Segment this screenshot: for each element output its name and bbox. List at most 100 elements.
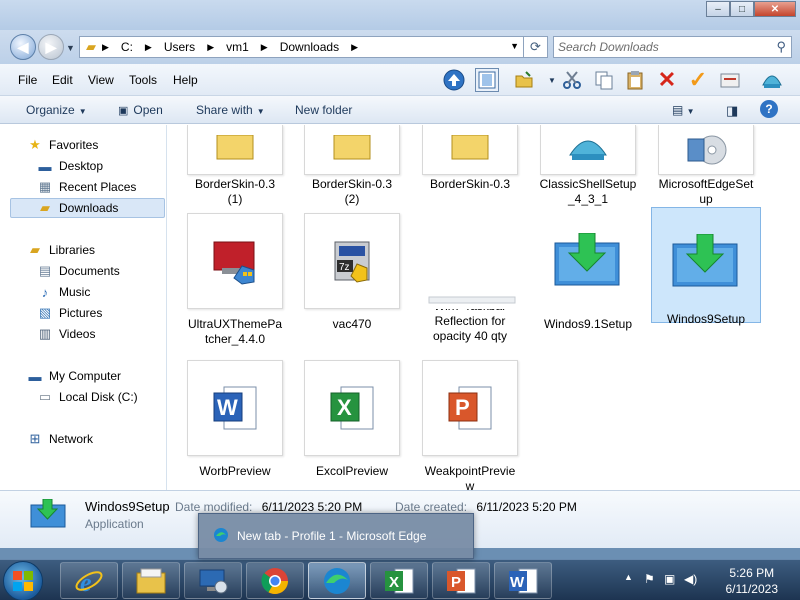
file-name: Windos9.1Setup: [543, 317, 633, 331]
checkmark-icon[interactable]: ✓: [686, 67, 710, 92]
nav-pictures[interactable]: ▧ Pictures: [36, 303, 103, 323]
volume-icon[interactable]: ◀): [684, 572, 697, 586]
open-button[interactable]: ▣ Open: [118, 103, 163, 117]
svg-text:W: W: [217, 395, 238, 420]
delete-icon[interactable]: ✕: [655, 67, 679, 92]
taskbar-internet-explorer[interactable]: e: [60, 562, 118, 599]
new-folder-button[interactable]: New folder: [295, 103, 352, 117]
nav-downloads[interactable]: ▰ Downloads: [10, 198, 165, 218]
history-dropdown-icon[interactable]: ▼: [66, 43, 75, 53]
nav-music[interactable]: ♪ Music: [36, 282, 91, 302]
breadcrumb-vm1[interactable]: vm1: [226, 40, 249, 54]
taskbar-edge[interactable]: [308, 562, 366, 599]
nav-network[interactable]: ⊞ Network: [26, 429, 93, 449]
breadcrumb-downloads[interactable]: Downloads: [280, 40, 339, 54]
taskbar-chrome[interactable]: [246, 562, 304, 599]
start-button[interactable]: [3, 561, 43, 600]
file-item[interactable]: BorderSkin-0.3 (1): [180, 125, 290, 207]
file-item[interactable]: BorderSkin-0.3: [415, 125, 525, 192]
file-item-selected[interactable]: Windos9Setup: [651, 207, 761, 326]
nav-libraries[interactable]: ▰ Libraries: [26, 240, 95, 260]
organize-button[interactable]: Organize ▼: [26, 103, 87, 117]
file-name-line2: _4_3_1: [567, 192, 609, 206]
svg-text:X: X: [389, 574, 399, 591]
network-tray-icon[interactable]: ▣: [664, 572, 675, 586]
excel-icon: X: [385, 568, 414, 593]
network-icon: ⊞: [29, 431, 41, 446]
nav-documents[interactable]: ▤ Documents: [36, 261, 120, 281]
taskbar-word[interactable]: W: [494, 562, 552, 599]
setup-installer-icon: [540, 213, 636, 309]
file-item[interactable]: Windos9.1Setup: [533, 207, 643, 332]
vac-archive-icon: 7z: [304, 213, 400, 309]
navigation-pane: ★ Favorites ▬ Desktop ▦ Recent Places ▰ Down…: [0, 125, 167, 490]
taskbar-powerpoint[interactable]: P: [432, 562, 490, 599]
nav-local-disk[interactable]: ▭ Local Disk (C:): [36, 387, 138, 407]
taskbar-file-explorer[interactable]: [122, 562, 180, 599]
close-button[interactable]: ✕: [754, 1, 796, 17]
menu-view[interactable]: View: [88, 73, 114, 87]
preview-pane-icon[interactable]: [475, 68, 499, 92]
show-hidden-icons[interactable]: ▲: [624, 572, 633, 582]
paste-icon[interactable]: [623, 68, 647, 92]
breadcrumb-c[interactable]: C:: [121, 40, 133, 54]
drive-icon: ▭: [38, 389, 52, 404]
address-dropdown-icon[interactable]: ▼: [510, 41, 519, 51]
nav-label: Favorites: [49, 138, 99, 152]
cut-icon[interactable]: [560, 68, 584, 92]
action-center-icon[interactable]: ⚑: [644, 572, 655, 586]
shell-icon[interactable]: [760, 68, 784, 92]
date-created: Date created: 6/11/2023 5:20 PM: [395, 500, 577, 514]
nav-my-computer[interactable]: ▬ My Computer: [26, 366, 122, 386]
menu-help[interactable]: Help: [173, 73, 198, 87]
file-item[interactable]: Win7 TaskbarReflection foropacity 40 qty: [415, 207, 525, 344]
share-with-button[interactable]: Share with ▼: [196, 103, 265, 117]
clock[interactable]: 5:26 PM 6/11/2023: [726, 565, 779, 597]
file-item[interactable]: MicrosoftEdgeSet up: [651, 125, 761, 207]
file-item[interactable]: UltraUXThemePa tcher_4.4.0: [180, 207, 290, 347]
file-item[interactable]: BorderSkin-0.3 (2): [297, 125, 407, 207]
nav-label: Recent Places: [59, 180, 137, 194]
address-bar[interactable]: ▰ ▶ C: ▶ Users ▶ vm1 ▶ Downloads ▶ ▼: [79, 36, 524, 58]
maximize-button[interactable]: □: [730, 1, 754, 17]
help-icon[interactable]: ?: [760, 100, 778, 118]
menu-file[interactable]: File: [18, 73, 37, 87]
search-input[interactable]: Search Downloads ⚲: [553, 36, 792, 58]
properties-icon[interactable]: [718, 68, 742, 92]
file-item[interactable]: W WorbPreview: [180, 354, 290, 479]
breadcrumb-chevron-icon[interactable]: ▶: [261, 42, 268, 53]
open-app-icon: ▣: [118, 105, 129, 117]
preview-pane-toggle-icon[interactable]: ◨: [726, 103, 738, 119]
minimize-button[interactable]: –: [706, 1, 730, 17]
folder-icon: [422, 125, 518, 175]
downloads-folder-icon: ▰: [40, 200, 50, 215]
change-view-icon[interactable]: ▤ ▼: [672, 103, 695, 117]
chrome-icon: [261, 567, 289, 594]
breadcrumb-users[interactable]: Users: [164, 40, 195, 54]
taskbar-remote-desktop[interactable]: [184, 562, 242, 599]
open-folder-icon[interactable]: [512, 68, 536, 92]
breadcrumb-chevron-icon[interactable]: ▶: [102, 42, 109, 53]
taskbar-preview-tooltip[interactable]: New tab - Profile 1 - Microsoft Edge: [198, 513, 474, 559]
nav-videos[interactable]: ▥ Videos: [36, 324, 96, 344]
forward-button[interactable]: ▶: [38, 34, 64, 60]
up-icon[interactable]: [442, 68, 466, 92]
breadcrumb-chevron-icon[interactable]: ▶: [351, 42, 358, 53]
copy-icon[interactable]: [592, 68, 616, 92]
nav-favorites[interactable]: ★ Favorites: [26, 135, 98, 155]
file-item[interactable]: ClassicShellSetup _4_3_1: [533, 125, 643, 207]
back-button[interactable]: ◀: [10, 34, 36, 60]
open-label: Open: [133, 103, 163, 117]
file-item[interactable]: 7z vac470: [297, 207, 407, 332]
file-item[interactable]: P WeakpointPrevie w: [415, 354, 525, 490]
nav-recent-places[interactable]: ▦ Recent Places: [36, 177, 137, 197]
date-modified: Date modified: 6/11/2023 5:20 PM: [175, 500, 362, 514]
menu-tools[interactable]: Tools: [129, 73, 157, 87]
taskbar-excel[interactable]: X: [370, 562, 428, 599]
refresh-button[interactable]: ⟳: [524, 36, 548, 58]
breadcrumb-chevron-icon[interactable]: ▶: [145, 42, 152, 53]
file-item[interactable]: X ExcolPreview: [297, 354, 407, 479]
nav-desktop[interactable]: ▬ Desktop: [36, 156, 104, 176]
menu-edit[interactable]: Edit: [52, 73, 73, 87]
breadcrumb-chevron-icon[interactable]: ▶: [207, 42, 214, 53]
